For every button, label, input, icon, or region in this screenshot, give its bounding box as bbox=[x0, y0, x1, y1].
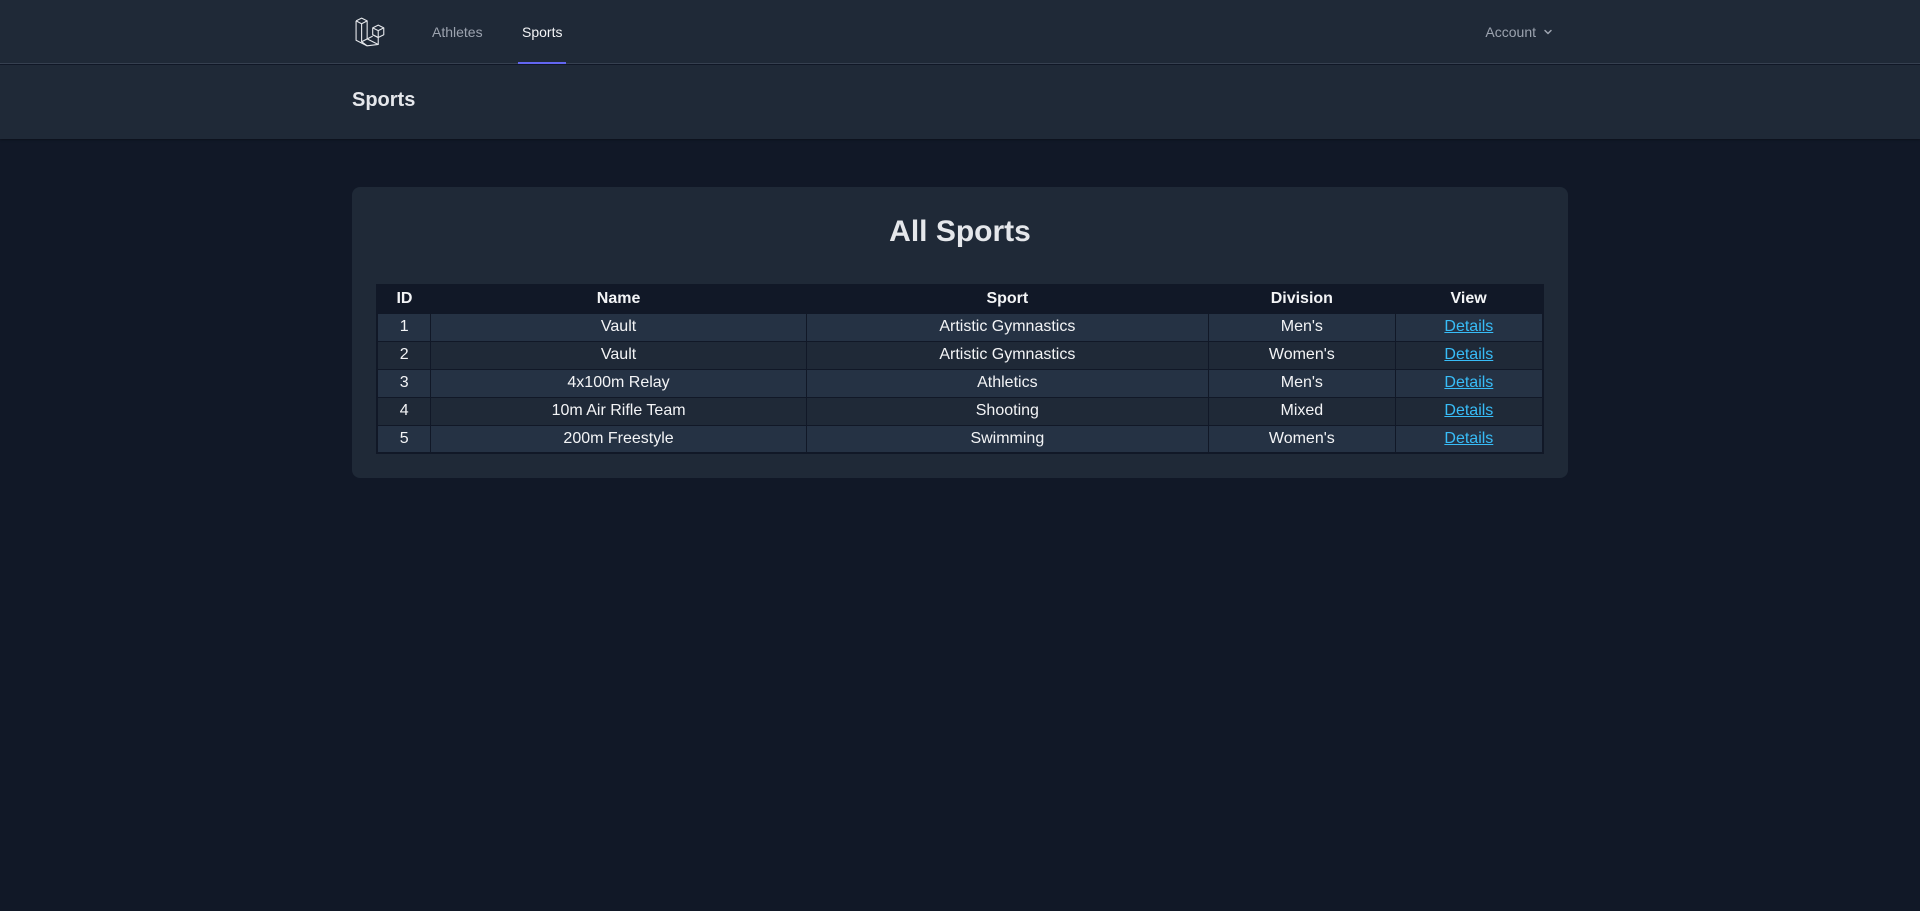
cell-name: 10m Air Rifle Team bbox=[430, 396, 807, 426]
sports-table: ID Name Sport Division View 1 Vault Arti… bbox=[376, 284, 1544, 454]
cell-sport: Swimming bbox=[805, 424, 1209, 454]
cell-view: Details bbox=[1394, 340, 1544, 370]
details-link[interactable]: Details bbox=[1444, 430, 1493, 447]
table-header: ID Name Sport Division View bbox=[377, 285, 1543, 313]
cell-division: Men's bbox=[1207, 312, 1396, 342]
cell-division: Women's bbox=[1207, 340, 1396, 370]
cell-division: Mixed bbox=[1207, 396, 1396, 426]
cell-view: Details bbox=[1394, 312, 1544, 342]
table-row: 4 10m Air Rifle Team Shooting Mixed Deta… bbox=[376, 396, 1544, 426]
cell-name: 4x100m Relay bbox=[430, 368, 807, 398]
details-link[interactable]: Details bbox=[1444, 318, 1493, 335]
top-navigation: Athletes Sports Account bbox=[0, 0, 1920, 64]
laravel-logo-icon[interactable] bbox=[354, 14, 390, 50]
card-title: All Sports bbox=[889, 215, 1031, 248]
details-link[interactable]: Details bbox=[1444, 402, 1493, 419]
table-row: 3 4x100m Relay Athletics Men's Details bbox=[376, 368, 1544, 398]
cell-id: 3 bbox=[376, 368, 432, 398]
table-header-row: ID Name Sport Division View bbox=[377, 285, 1543, 313]
cell-id: 5 bbox=[376, 424, 432, 454]
cell-view: Details bbox=[1394, 368, 1544, 398]
cell-view: Details bbox=[1394, 396, 1544, 426]
cell-sport: Athletics bbox=[805, 368, 1209, 398]
nav-link-athletes[interactable]: Athletes bbox=[432, 0, 483, 64]
nav-link-sports[interactable]: Sports bbox=[517, 0, 567, 64]
cell-division: Men's bbox=[1207, 368, 1396, 398]
column-header-division: Division bbox=[1270, 290, 1333, 308]
cell-sport: Artistic Gymnastics bbox=[805, 312, 1209, 342]
cell-name: Vault bbox=[430, 312, 807, 342]
details-link[interactable]: Details bbox=[1444, 374, 1493, 391]
column-header-name: Name bbox=[596, 290, 641, 308]
cell-id: 1 bbox=[376, 312, 432, 342]
cell-division: Women's bbox=[1207, 424, 1396, 454]
page-title: Sports bbox=[352, 89, 416, 111]
account-label: Account bbox=[1485, 24, 1536, 40]
details-link[interactable]: Details bbox=[1444, 346, 1493, 363]
sports-card: All Sports ID Name Sport Division View 1… bbox=[352, 187, 1568, 478]
column-header-id: ID bbox=[396, 290, 413, 308]
chevron-down-icon bbox=[1544, 29, 1552, 35]
cell-name: Vault bbox=[430, 340, 807, 370]
table-row: 2 Vault Artistic Gymnastics Women's Deta… bbox=[376, 340, 1544, 370]
table-row: 1 Vault Artistic Gymnastics Men's Detail… bbox=[376, 312, 1544, 342]
page-header: Sports bbox=[0, 65, 1920, 139]
nav-container: Athletes Sports Account bbox=[352, 0, 1568, 64]
column-header-view: View bbox=[1450, 290, 1487, 308]
cell-id: 4 bbox=[376, 396, 432, 426]
account-dropdown[interactable]: Account bbox=[1485, 0, 1554, 64]
cell-sport: Shooting bbox=[805, 396, 1209, 426]
cell-id: 2 bbox=[376, 340, 432, 370]
column-header-sport: Sport bbox=[986, 290, 1029, 308]
cell-sport: Artistic Gymnastics bbox=[805, 340, 1209, 370]
cell-view: Details bbox=[1394, 424, 1544, 454]
table-body: 1 Vault Artistic Gymnastics Men's Detail… bbox=[376, 312, 1544, 454]
cell-name: 200m Freestyle bbox=[430, 424, 807, 454]
table-row: 5 200m Freestyle Swimming Women's Detail… bbox=[376, 424, 1544, 454]
